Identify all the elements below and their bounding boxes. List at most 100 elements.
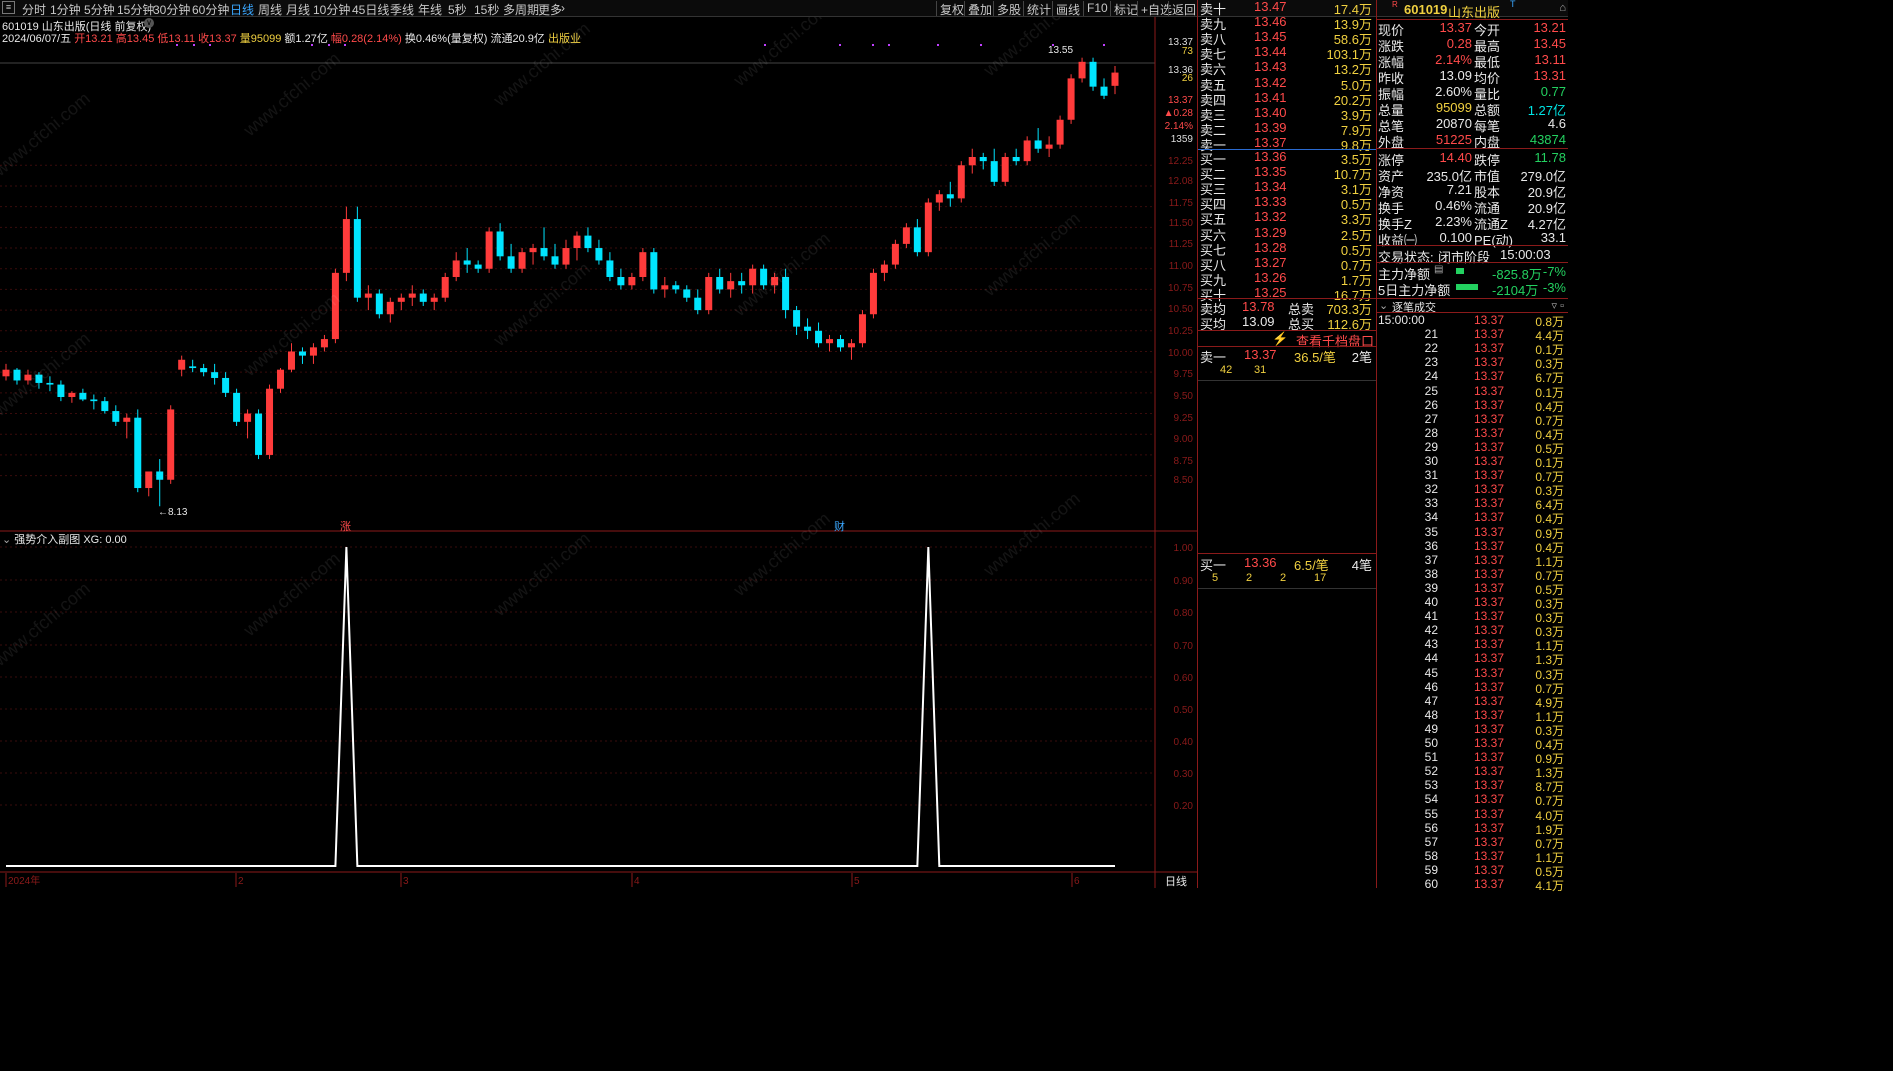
period-tab[interactable]: 15秒	[474, 1, 499, 18]
candle-body	[397, 297, 405, 302]
period-tab[interactable]: 周线	[258, 1, 282, 18]
period-tab[interactable]: 15分钟	[117, 1, 154, 18]
trade-row: 51 13.37 0.9万	[1376, 750, 1568, 766]
period-tab[interactable]: 1分钟	[50, 1, 81, 18]
trade-time: 42	[1424, 623, 1438, 638]
period-tab[interactable]: 月线	[286, 1, 310, 18]
ask-level-row[interactable]: 卖七 13.44 103.1万	[1198, 44, 1376, 62]
candle-body	[804, 326, 812, 331]
period-tab[interactable]: 5分钟	[84, 1, 115, 18]
toolbar-button[interactable]: 复权	[940, 1, 964, 18]
trade-row: 24 13.37 6.7万	[1376, 369, 1568, 385]
x-axis-label: 2	[238, 876, 244, 887]
trade-price: 13.37	[1474, 637, 1505, 652]
trade-price: 13.37	[1474, 383, 1505, 398]
period-tab[interactable]: 季线	[390, 1, 414, 18]
chart-area[interactable]: 601019 山东出版(日线 前复权) ∨ 2024/06/07/五 开13.2…	[0, 17, 1197, 888]
menu-icon[interactable]: ≡	[2, 1, 15, 14]
bid-level-row[interactable]: 买七 13.28 0.5万	[1198, 240, 1376, 258]
toolbar-button[interactable]: 多股	[997, 1, 1021, 18]
candle-body	[1012, 157, 1020, 162]
trade-row: 48 13.37 1.1万	[1376, 708, 1568, 724]
period-tab[interactable]: 5秒	[448, 1, 467, 18]
candle-body	[738, 281, 746, 286]
period-tab[interactable]: 分时	[22, 1, 46, 18]
toolbar-button[interactable]: 画线	[1056, 1, 1080, 18]
trade-row: 37 13.37 1.1万	[1376, 553, 1568, 569]
ask-level-row[interactable]: 卖九 13.46 13.9万	[1198, 14, 1376, 32]
trade-time: 36	[1424, 538, 1438, 553]
sub-axis-label: 0.20	[1174, 801, 1194, 812]
ask-level-row[interactable]: 卖六 13.43 13.2万	[1198, 59, 1376, 77]
quote-value: 2.23%	[1435, 214, 1472, 229]
bid-level-row[interactable]: 买三 13.34 3.1万	[1198, 179, 1376, 197]
quote-row: 涨停 14.40 跌停 11.78	[1376, 150, 1568, 168]
info-icon[interactable]: T	[1510, 0, 1516, 9]
candlestick-chart[interactable]: 13.3713.3612.2512.0811.7511.5011.2511.00…	[0, 17, 1197, 888]
bid-level-row[interactable]: 买五 13.32 3.3万	[1198, 209, 1376, 227]
bid-level-row[interactable]: 买四 13.33 0.5万	[1198, 194, 1376, 212]
finance-marker[interactable]: 财	[834, 518, 845, 534]
candle-body	[880, 264, 888, 273]
period-tab[interactable]: 日线	[230, 1, 254, 18]
period-tab[interactable]: 更多	[538, 1, 562, 18]
high-price-marker: 13.55	[1048, 45, 1074, 56]
price-axis-label: 10.25	[1168, 326, 1193, 337]
bid-level-row[interactable]: 买九 13.26 1.7万	[1198, 270, 1376, 288]
period-tab[interactable]: 30分钟	[153, 1, 190, 18]
trade-time: 53	[1424, 778, 1438, 793]
depth-link-row[interactable]: ⚡ 查看千档盘口	[1198, 331, 1376, 349]
bid-level-row[interactable]: 买八 13.27 0.7万	[1198, 255, 1376, 273]
trade-time: 26	[1424, 397, 1438, 412]
period-tab[interactable]: 10分钟	[313, 1, 350, 18]
ask-level-row[interactable]: 卖三 13.40 3.9万	[1198, 105, 1376, 123]
candle-body	[441, 277, 449, 298]
sub-chart-toggle-icon[interactable]: ⌄	[2, 534, 11, 546]
watermark: www.cfchi.com	[979, 488, 1084, 580]
toolbar-button[interactable]: 标记	[1114, 1, 1138, 18]
ask-level-row[interactable]: 卖十 13.47 17.4万	[1198, 0, 1376, 17]
period-tab[interactable]: 45日线	[352, 1, 389, 18]
signal-dot	[344, 44, 346, 46]
level-price: 13.44	[1254, 44, 1287, 60]
ask-level-row[interactable]: 卖二 13.39 7.9万	[1198, 120, 1376, 138]
chevron-right-icon[interactable]: ›	[561, 1, 565, 15]
limit-up-marker[interactable]: 涨	[340, 518, 351, 534]
toolbar-button[interactable]: 叠加	[968, 1, 992, 18]
trade-row: 43 13.37 1.1万	[1376, 637, 1568, 653]
candle-body	[858, 314, 866, 344]
period-tab[interactable]: 年线	[418, 1, 442, 18]
trade-time: 38	[1424, 566, 1438, 581]
period-tab[interactable]: 60分钟	[192, 1, 229, 18]
trade-row: 22 13.37 0.1万	[1376, 341, 1568, 357]
candle-body	[342, 219, 350, 273]
collapse-icon[interactable]: ⌄	[1379, 299, 1388, 312]
list-icon[interactable]: ▤	[1434, 264, 1443, 275]
trade-price: 13.37	[1474, 397, 1505, 412]
bid-level-row[interactable]: 买六 13.29 2.5万	[1198, 225, 1376, 243]
bid-level-row[interactable]: 买一 13.36 3.5万	[1198, 149, 1376, 167]
candle-body	[200, 368, 208, 373]
sub-axis-label: 0.40	[1174, 737, 1194, 748]
trade-price: 13.37	[1474, 721, 1505, 736]
signal-dot	[176, 44, 178, 46]
trade-time: 25	[1424, 383, 1438, 398]
price-axis-label: 9.50	[1174, 391, 1194, 402]
ask-level-row[interactable]: 卖一 13.37 9.8万	[1198, 135, 1376, 153]
tag-icon[interactable]: ⌂	[1559, 2, 1566, 14]
toolbar-button[interactable]: F10	[1087, 1, 1108, 15]
trade-price: 13.37	[1474, 454, 1505, 468]
ask-level-row[interactable]: 卖四 13.41 20.2万	[1198, 90, 1376, 108]
trade-price: 13.37	[1474, 764, 1505, 779]
trade-time: 32	[1424, 482, 1438, 497]
ask-level-row[interactable]: 卖五 13.42 5.0万	[1198, 75, 1376, 93]
ask-level-row[interactable]: 卖八 13.45 58.6万	[1198, 29, 1376, 47]
bid-level-row[interactable]: 买二 13.35 10.7万	[1198, 164, 1376, 182]
period-tab[interactable]: 多周期	[503, 1, 539, 18]
quote-row: 外盘 51225 内盘 43874	[1376, 132, 1568, 150]
toolbar-button[interactable]: 返回	[1172, 1, 1196, 18]
filter-icon[interactable]: ▿ ▫	[1552, 299, 1564, 312]
candle-body	[419, 293, 427, 302]
toolbar-button[interactable]: 统计	[1027, 1, 1051, 18]
flow-bar	[1456, 268, 1464, 274]
